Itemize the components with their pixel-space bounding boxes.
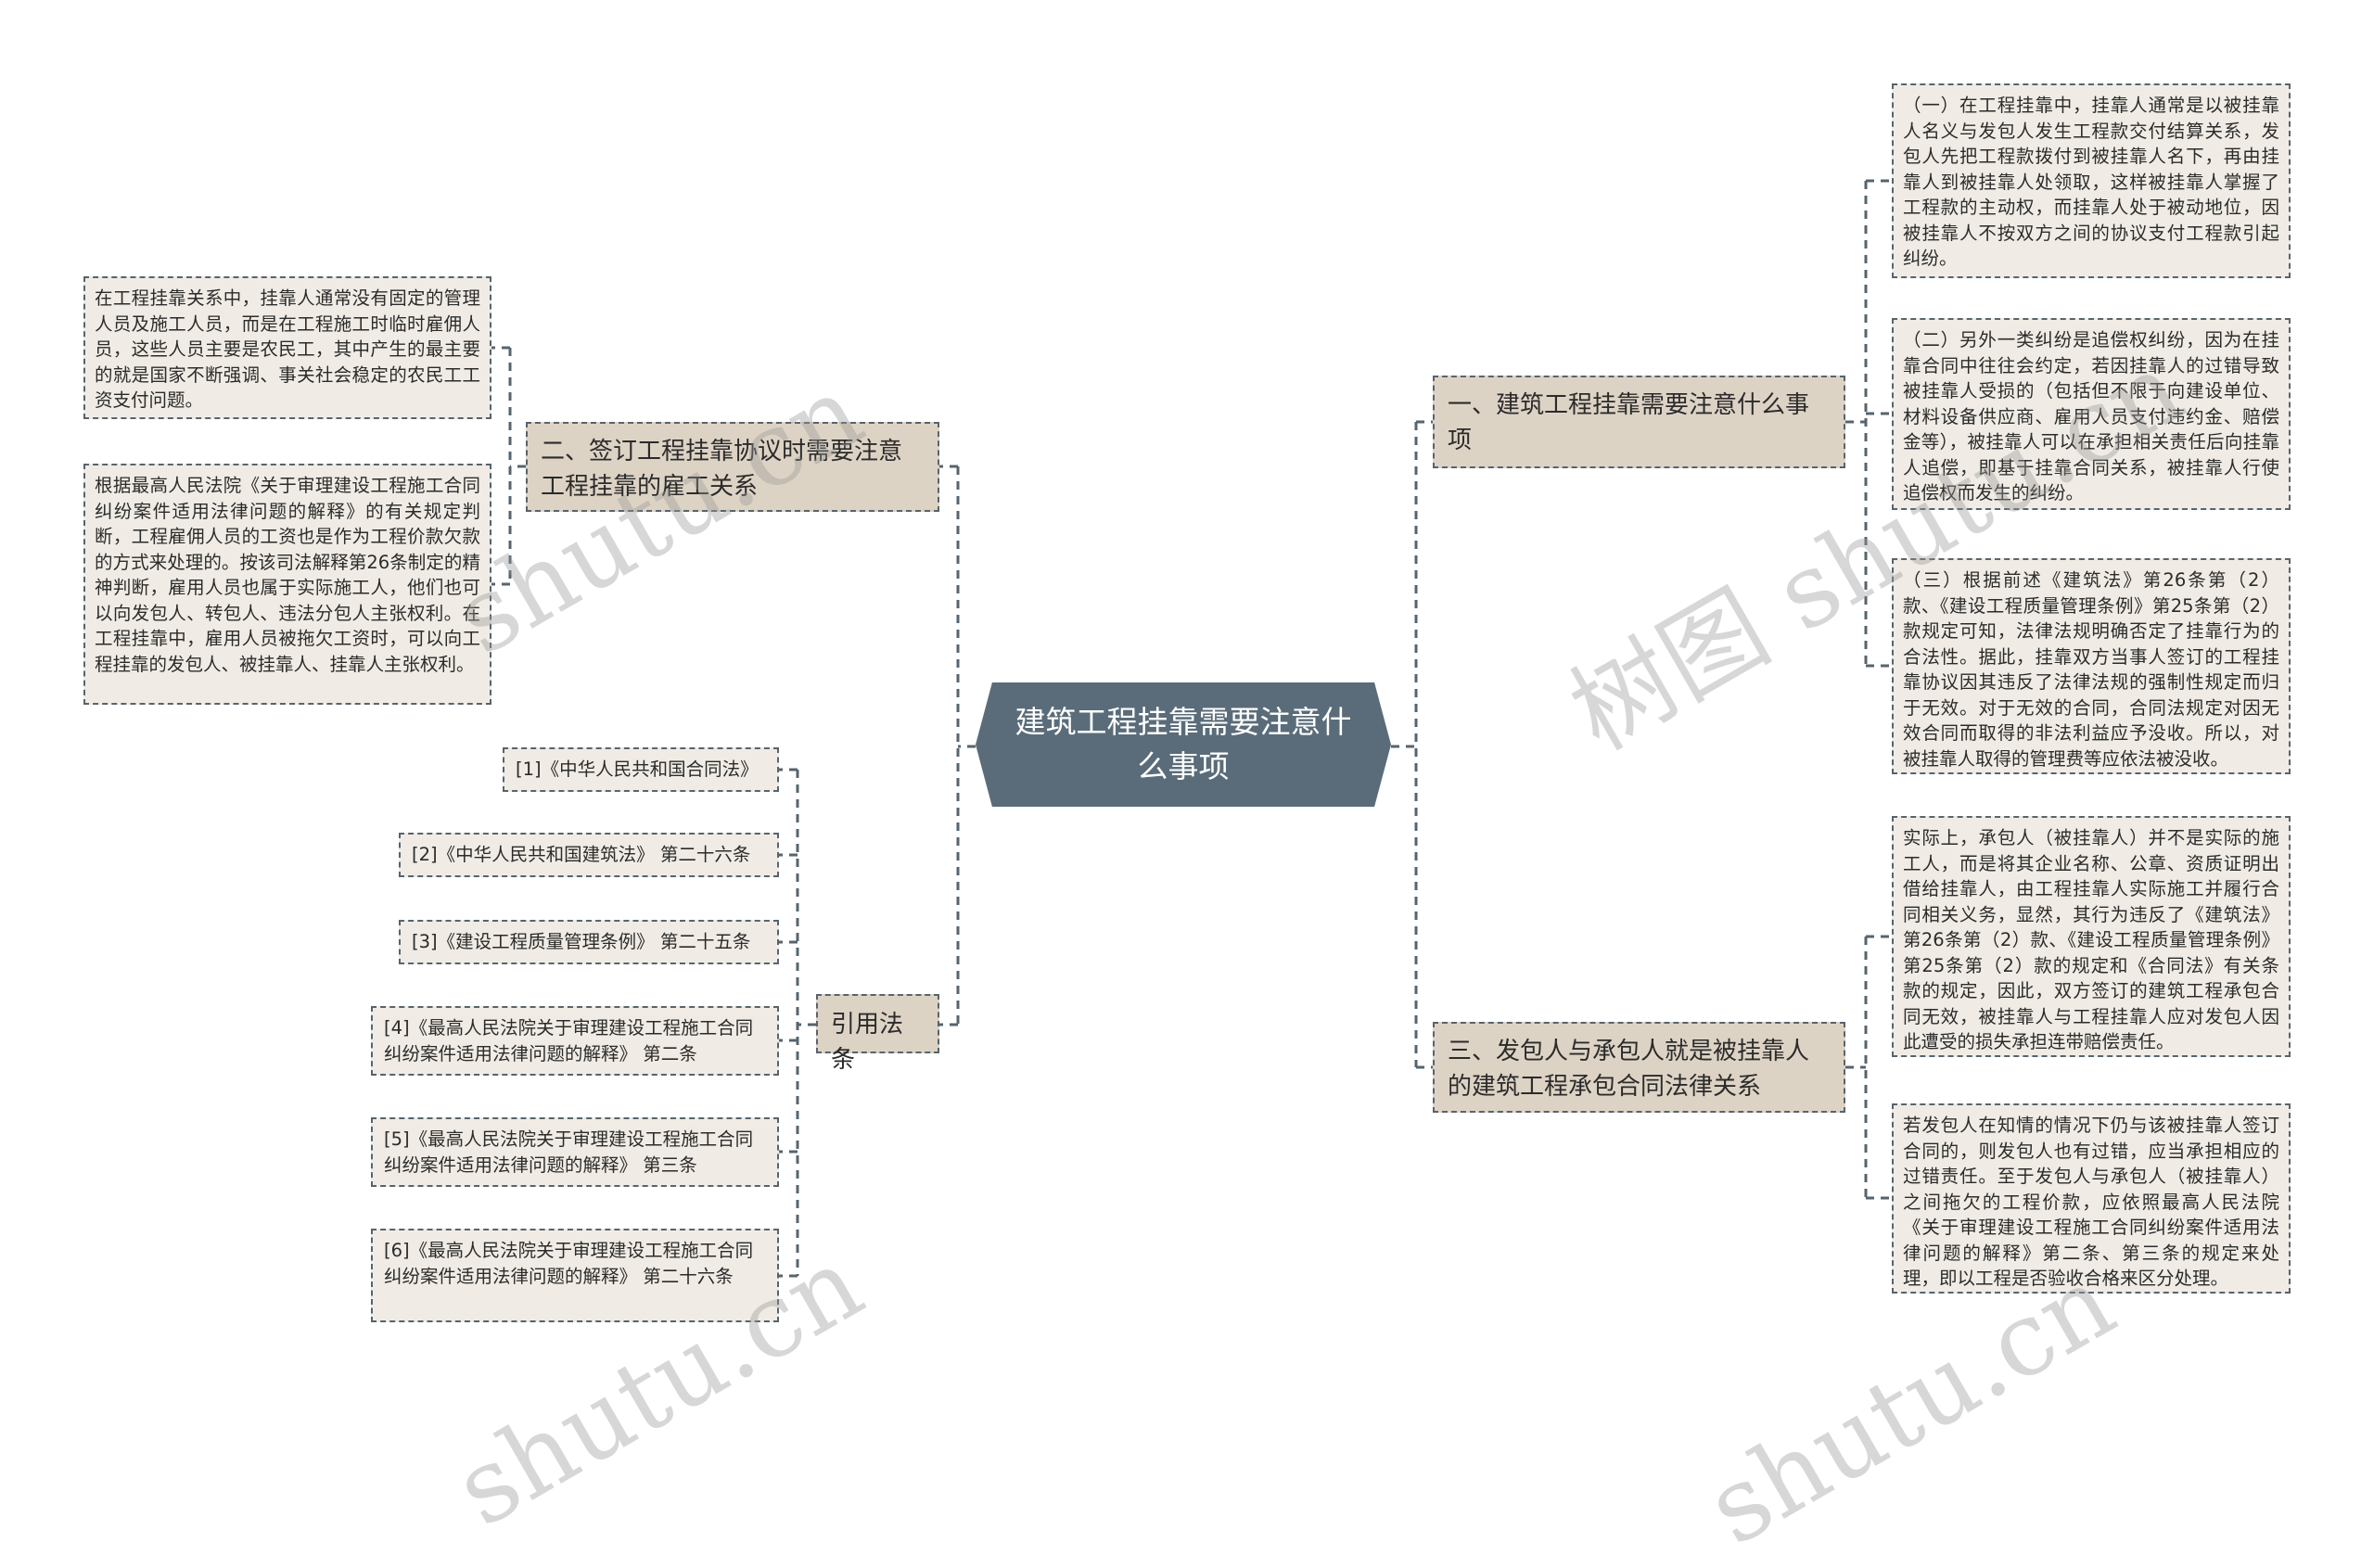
notes-detail-3[interactable]: （三）根据前述《建筑法》第26条第（2）款、《建设工程质量管理条例》第25条第（… xyxy=(1892,558,2291,774)
reference-item-2-text: [2]《中华人民共和国建筑法》 第二十六条 xyxy=(412,844,751,865)
connector-notes-trunk xyxy=(1845,181,1868,666)
reference-item-1[interactable]: [1]《中华人民共和国合同法》 xyxy=(503,747,779,792)
notes-detail-2[interactable]: （二）另外一类纠纷是追偿权纠纷，因为在挂靠合同中往往会约定，若因挂靠人的过错导致… xyxy=(1892,318,2291,510)
branch-employment-relation[interactable]: 二、签订工程挂靠协议时需要注意工程挂靠的雇工关系 xyxy=(526,422,939,512)
branch-contract-relation[interactable]: 三、发包人与承包人就是被挂靠人的建筑工程承包合同法律关系 xyxy=(1433,1022,1845,1113)
central-topic-label: 建筑工程挂靠需要注意什么事项 xyxy=(1015,704,1352,784)
contract-detail-2[interactable]: 若发包人在知情的情况下仍与该被挂靠人签订合同的，则发包人也有过错，应当承担相应的… xyxy=(1892,1103,2291,1294)
central-topic[interactable]: 建筑工程挂靠需要注意什么事项 xyxy=(976,682,1391,807)
reference-item-6-text: [6]《最高人民法院关于审理建设工程施工合同纠纷案件适用法律问题的解释》 第二十… xyxy=(384,1240,754,1287)
reference-item-6[interactable]: [6]《最高人民法院关于审理建设工程施工合同纠纷案件适用法律问题的解释》 第二十… xyxy=(371,1229,779,1322)
notes-detail-1-text: （一）在工程挂靠中，挂靠人通常是以被挂靠人名义与发包人发生工程款交付结算关系，发… xyxy=(1903,95,2279,269)
branch-notes[interactable]: 一、建筑工程挂靠需要注意什么事项 xyxy=(1433,376,1845,468)
branch-contract-label: 三、发包人与承包人就是被挂靠人的建筑工程承包合同法律关系 xyxy=(1448,1038,1810,1101)
notes-detail-1[interactable]: （一）在工程挂靠中，挂靠人通常是以被挂靠人名义与发包人发生工程款交付结算关系，发… xyxy=(1892,83,2291,278)
reference-item-4[interactable]: [4]《最高人民法院关于审理建设工程施工合同纠纷案件适用法律问题的解释》 第二条 xyxy=(371,1006,779,1076)
employment-detail-2-text: 根据最高人民法院《关于审理建设工程施工合同纠纷案件适用法律问题的解释》的有关规定… xyxy=(95,475,480,675)
notes-detail-3-text: （三）根据前述《建筑法》第26条第（2）款、《建设工程质量管理条例》第25条第（… xyxy=(1903,569,2279,770)
reference-item-5-text: [5]《最高人民法院关于审理建设工程施工合同纠纷案件适用法律问题的解释》 第三条 xyxy=(384,1128,754,1176)
employment-detail-1-text: 在工程挂靠关系中，挂靠人通常没有固定的管理人员及施工人员，而是在工程施工时临时雇… xyxy=(95,287,480,411)
contract-detail-1-text: 实际上，承包人（被挂靠人）并不是实际的施工人，而是将其企业名称、公章、资质证明出… xyxy=(1903,827,2279,1052)
connector-contract-trunk xyxy=(1845,937,1868,1198)
reference-item-3-text: [3]《建设工程质量管理条例》 第二十五条 xyxy=(412,931,751,952)
contract-detail-1[interactable]: 实际上，承包人（被挂靠人）并不是实际的施工人，而是将其企业名称、公章、资质证明出… xyxy=(1892,816,2291,1057)
reference-item-2[interactable]: [2]《中华人民共和国建筑法》 第二十六条 xyxy=(399,833,779,877)
connector-employment-trunk xyxy=(508,348,526,584)
reference-item-5[interactable]: [5]《最高人民法院关于审理建设工程施工合同纠纷案件适用法律问题的解释》 第三条 xyxy=(371,1117,779,1187)
reference-item-3[interactable]: [3]《建设工程质量管理条例》 第二十五条 xyxy=(399,920,779,964)
branch-employment-label: 二、签订工程挂靠协议时需要注意工程挂靠的雇工关系 xyxy=(541,438,903,501)
branch-references[interactable]: 引用法条 xyxy=(816,994,939,1074)
branch-notes-label: 一、建筑工程挂靠需要注意什么事项 xyxy=(1448,391,1810,454)
notes-detail-2-text: （二）另外一类纠纷是追偿权纠纷，因为在挂靠合同中往往会约定，若因挂靠人的过错导致… xyxy=(1903,329,2279,504)
employment-detail-2[interactable]: 根据最高人民法院《关于审理建设工程施工合同纠纷案件适用法律问题的解释》的有关规定… xyxy=(83,464,491,705)
reference-item-1-text: [1]《中华人民共和国合同法》 xyxy=(516,759,759,780)
contract-detail-2-text: 若发包人在知情的情况下仍与该被挂靠人签订合同的，则发包人也有过错，应当承担相应的… xyxy=(1903,1115,2279,1289)
connector-refs-trunk xyxy=(796,770,816,1276)
reference-item-4-text: [4]《最高人民法院关于审理建设工程施工合同纠纷案件适用法律问题的解释》 第二条 xyxy=(384,1017,754,1064)
employment-detail-1[interactable]: 在工程挂靠关系中，挂靠人通常没有固定的管理人员及施工人员，而是在工程施工时临时雇… xyxy=(83,276,491,419)
